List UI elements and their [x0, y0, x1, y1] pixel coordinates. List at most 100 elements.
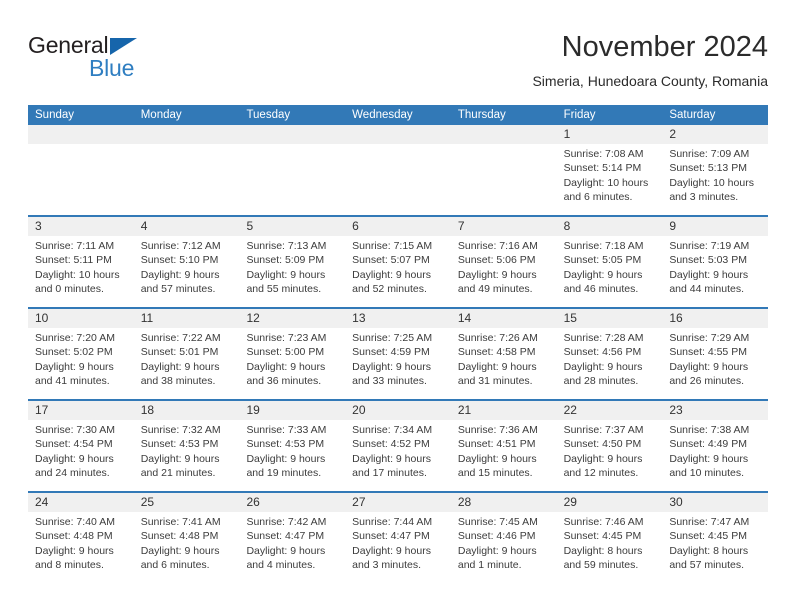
day-cell[interactable]: 10 Sunrise: 7:20 AM Sunset: 5:02 PM Dayligh…	[28, 309, 134, 399]
sunrise-text: Sunrise: 7:32 AM	[140, 424, 221, 436]
sunset-text: Sunset: 5:01 PM	[140, 346, 219, 359]
sunset-text: Sunset: 5:10 PM	[140, 254, 219, 267]
day-cell[interactable]: 24 Sunrise: 7:40 AM Sunset: 4:48 PM Dayligh…	[28, 493, 134, 583]
day-cell[interactable]: 22 Sunrise: 7:37 AM Sunset: 4:50 PM Dayligh…	[556, 401, 663, 491]
day-details: Sunrise: 7:20 AM Sunset: 5:02 PM Daylight:…	[28, 328, 134, 388]
day-number: 14	[450, 309, 557, 328]
day-number: 26	[239, 493, 346, 512]
generalblue-logo: General Blue	[28, 32, 178, 94]
day-details: Sunrise: 7:30 AM Sunset: 4:54 PM Daylight:…	[28, 420, 134, 480]
day-details: Sunrise: 7:40 AM Sunset: 4:48 PM Daylight:…	[28, 512, 134, 572]
day-details	[134, 144, 240, 147]
day-cell[interactable]: 16 Sunrise: 7:29 AM Sunset: 4:55 PM Dayligh…	[662, 309, 769, 399]
day-cell[interactable]: 17 Sunrise: 7:30 AM Sunset: 4:54 PM Dayligh…	[28, 401, 134, 491]
daylight-text: Daylight: 9 hours and 12 minutes.	[563, 452, 643, 479]
sunrise-text: Sunrise: 7:15 AM	[352, 240, 433, 252]
calendar-week-row: 1 Sunrise: 7:08 AM Sunset: 5:14 PM Daylight…	[28, 125, 769, 217]
sunset-text: Sunset: 4:52 PM	[352, 438, 430, 451]
location-subtitle: Simeria, Hunedoara County, Romania	[532, 73, 768, 89]
day-cell[interactable]: 13 Sunrise: 7:25 AM Sunset: 4:59 PM Dayligh…	[345, 309, 451, 399]
day-details: Sunrise: 7:42 AM Sunset: 4:47 PM Daylight:…	[239, 512, 345, 572]
calendar-page: General Blue November 2024 Simeria, Hune…	[0, 0, 792, 612]
day-cell-empty	[239, 125, 346, 215]
day-cell[interactable]: 9 Sunrise: 7:19 AM Sunset: 5:03 PM Daylight…	[662, 217, 769, 307]
day-cell[interactable]: 28 Sunrise: 7:45 AM Sunset: 4:46 PM Dayligh…	[450, 493, 557, 583]
sunset-text: Sunset: 4:45 PM	[563, 530, 642, 543]
day-cell[interactable]: 18 Sunrise: 7:32 AM Sunset: 4:53 PM Dayligh…	[133, 401, 240, 491]
daylight-text: Daylight: 9 hours and 52 minutes.	[352, 268, 431, 295]
page-header: General Blue November 2024 Simeria, Hune…	[28, 30, 768, 98]
day-cell[interactable]: 23 Sunrise: 7:38 AM Sunset: 4:49 PM Dayligh…	[662, 401, 769, 491]
day-details: Sunrise: 7:45 AM Sunset: 4:46 PM Daylight:…	[451, 512, 557, 572]
daylight-text: Daylight: 9 hours and 28 minutes.	[563, 360, 643, 387]
sunset-text: Sunset: 5:06 PM	[457, 254, 536, 267]
sunset-text: Sunset: 4:54 PM	[35, 438, 113, 451]
day-cell[interactable]: 11 Sunrise: 7:22 AM Sunset: 5:01 PM Dayligh…	[133, 309, 240, 399]
day-cell[interactable]: 20 Sunrise: 7:34 AM Sunset: 4:52 PM Dayligh…	[345, 401, 451, 491]
daylight-text: Daylight: 9 hours and 24 minutes.	[35, 452, 114, 479]
day-number: 8	[556, 217, 663, 236]
sunrise-text: Sunrise: 7:20 AM	[35, 332, 115, 344]
daylight-text: Daylight: 9 hours and 38 minutes.	[140, 360, 220, 387]
day-details	[345, 144, 451, 147]
day-details: Sunrise: 7:38 AM Sunset: 4:49 PM Daylight:…	[662, 420, 768, 480]
day-number: 6	[345, 217, 451, 236]
day-number: 9	[662, 217, 769, 236]
day-cell[interactable]: 5 Sunrise: 7:13 AM Sunset: 5:09 PM Daylight…	[239, 217, 346, 307]
calendar-weeks: 1 Sunrise: 7:08 AM Sunset: 5:14 PM Daylight…	[28, 125, 769, 583]
day-details: Sunrise: 7:12 AM Sunset: 5:10 PM Daylight:…	[134, 236, 240, 296]
daylight-text: Daylight: 10 hours and 0 minutes.	[35, 268, 120, 295]
day-cell[interactable]: 8 Sunrise: 7:18 AM Sunset: 5:05 PM Daylight…	[556, 217, 663, 307]
day-number: 28	[450, 493, 557, 512]
daylight-text: Daylight: 9 hours and 55 minutes.	[246, 268, 326, 295]
daylight-text: Daylight: 9 hours and 19 minutes.	[246, 452, 326, 479]
page-title: November 2024	[561, 31, 768, 63]
sunset-text: Sunset: 5:09 PM	[246, 254, 325, 267]
day-cell[interactable]: 30 Sunrise: 7:47 AM Sunset: 4:45 PM Dayligh…	[662, 493, 769, 583]
day-cell[interactable]: 21 Sunrise: 7:36 AM Sunset: 4:51 PM Dayligh…	[450, 401, 557, 491]
day-number: 7	[450, 217, 557, 236]
day-cell[interactable]: 14 Sunrise: 7:26 AM Sunset: 4:58 PM Dayligh…	[450, 309, 557, 399]
day-cell[interactable]: 4 Sunrise: 7:12 AM Sunset: 5:10 PM Daylight…	[133, 217, 240, 307]
calendar-grid: Sunday Monday Tuesday Wednesday Thursday…	[28, 105, 769, 583]
daylight-text: Daylight: 9 hours and 21 minutes.	[140, 452, 220, 479]
day-cell[interactable]: 29 Sunrise: 7:46 AM Sunset: 4:45 PM Dayligh…	[556, 493, 663, 583]
day-number: 17	[28, 401, 134, 420]
daylight-text: Daylight: 8 hours and 59 minutes.	[563, 544, 643, 571]
day-cell[interactable]: 12 Sunrise: 7:23 AM Sunset: 5:00 PM Dayligh…	[239, 309, 346, 399]
daylight-text: Daylight: 9 hours and 4 minutes.	[246, 544, 326, 571]
sunrise-text: Sunrise: 7:47 AM	[669, 516, 750, 528]
day-cell[interactable]: 25 Sunrise: 7:41 AM Sunset: 4:48 PM Dayligh…	[133, 493, 240, 583]
day-cell[interactable]: 1 Sunrise: 7:08 AM Sunset: 5:14 PM Daylight…	[556, 125, 663, 215]
day-number: 5	[239, 217, 346, 236]
sunrise-text: Sunrise: 7:08 AM	[563, 148, 644, 160]
sunrise-text: Sunrise: 7:45 AM	[457, 516, 538, 528]
day-details: Sunrise: 7:44 AM Sunset: 4:47 PM Daylight:…	[345, 512, 451, 572]
day-cell[interactable]: 6 Sunrise: 7:15 AM Sunset: 5:07 PM Daylight…	[345, 217, 451, 307]
day-cell[interactable]: 7 Sunrise: 7:16 AM Sunset: 5:06 PM Daylight…	[450, 217, 557, 307]
day-number	[239, 125, 346, 144]
sunrise-text: Sunrise: 7:19 AM	[669, 240, 750, 252]
calendar-week-row: 24 Sunrise: 7:40 AM Sunset: 4:48 PM Dayligh…	[28, 493, 769, 583]
sunrise-text: Sunrise: 7:26 AM	[457, 332, 538, 344]
sunset-text: Sunset: 4:46 PM	[457, 530, 536, 543]
day-cell[interactable]: 19 Sunrise: 7:33 AM Sunset: 4:53 PM Dayligh…	[239, 401, 346, 491]
day-cell[interactable]: 3 Sunrise: 7:11 AM Sunset: 5:11 PM Daylight…	[28, 217, 134, 307]
daylight-text: Daylight: 9 hours and 46 minutes.	[563, 268, 643, 295]
day-cell[interactable]: 26 Sunrise: 7:42 AM Sunset: 4:47 PM Dayligh…	[239, 493, 346, 583]
day-cell[interactable]: 2 Sunrise: 7:09 AM Sunset: 5:13 PM Daylight…	[662, 125, 769, 215]
day-details: Sunrise: 7:25 AM Sunset: 4:59 PM Daylight:…	[345, 328, 451, 388]
day-cell[interactable]: 15 Sunrise: 7:28 AM Sunset: 4:56 PM Dayligh…	[556, 309, 663, 399]
sunrise-text: Sunrise: 7:28 AM	[563, 332, 644, 344]
day-number: 12	[239, 309, 346, 328]
sunrise-text: Sunrise: 7:13 AM	[246, 240, 327, 252]
weekday-header-friday: Friday	[563, 109, 596, 121]
day-cell[interactable]: 27 Sunrise: 7:44 AM Sunset: 4:47 PM Dayligh…	[345, 493, 451, 583]
sunset-text: Sunset: 5:00 PM	[246, 346, 325, 359]
sunset-text: Sunset: 4:51 PM	[457, 438, 536, 451]
day-number: 21	[450, 401, 557, 420]
daylight-text: Daylight: 10 hours and 6 minutes.	[563, 176, 649, 203]
calendar-week-row: 10 Sunrise: 7:20 AM Sunset: 5:02 PM Dayligh…	[28, 309, 769, 401]
daylight-text: Daylight: 9 hours and 3 minutes.	[352, 544, 431, 571]
day-number: 23	[662, 401, 769, 420]
